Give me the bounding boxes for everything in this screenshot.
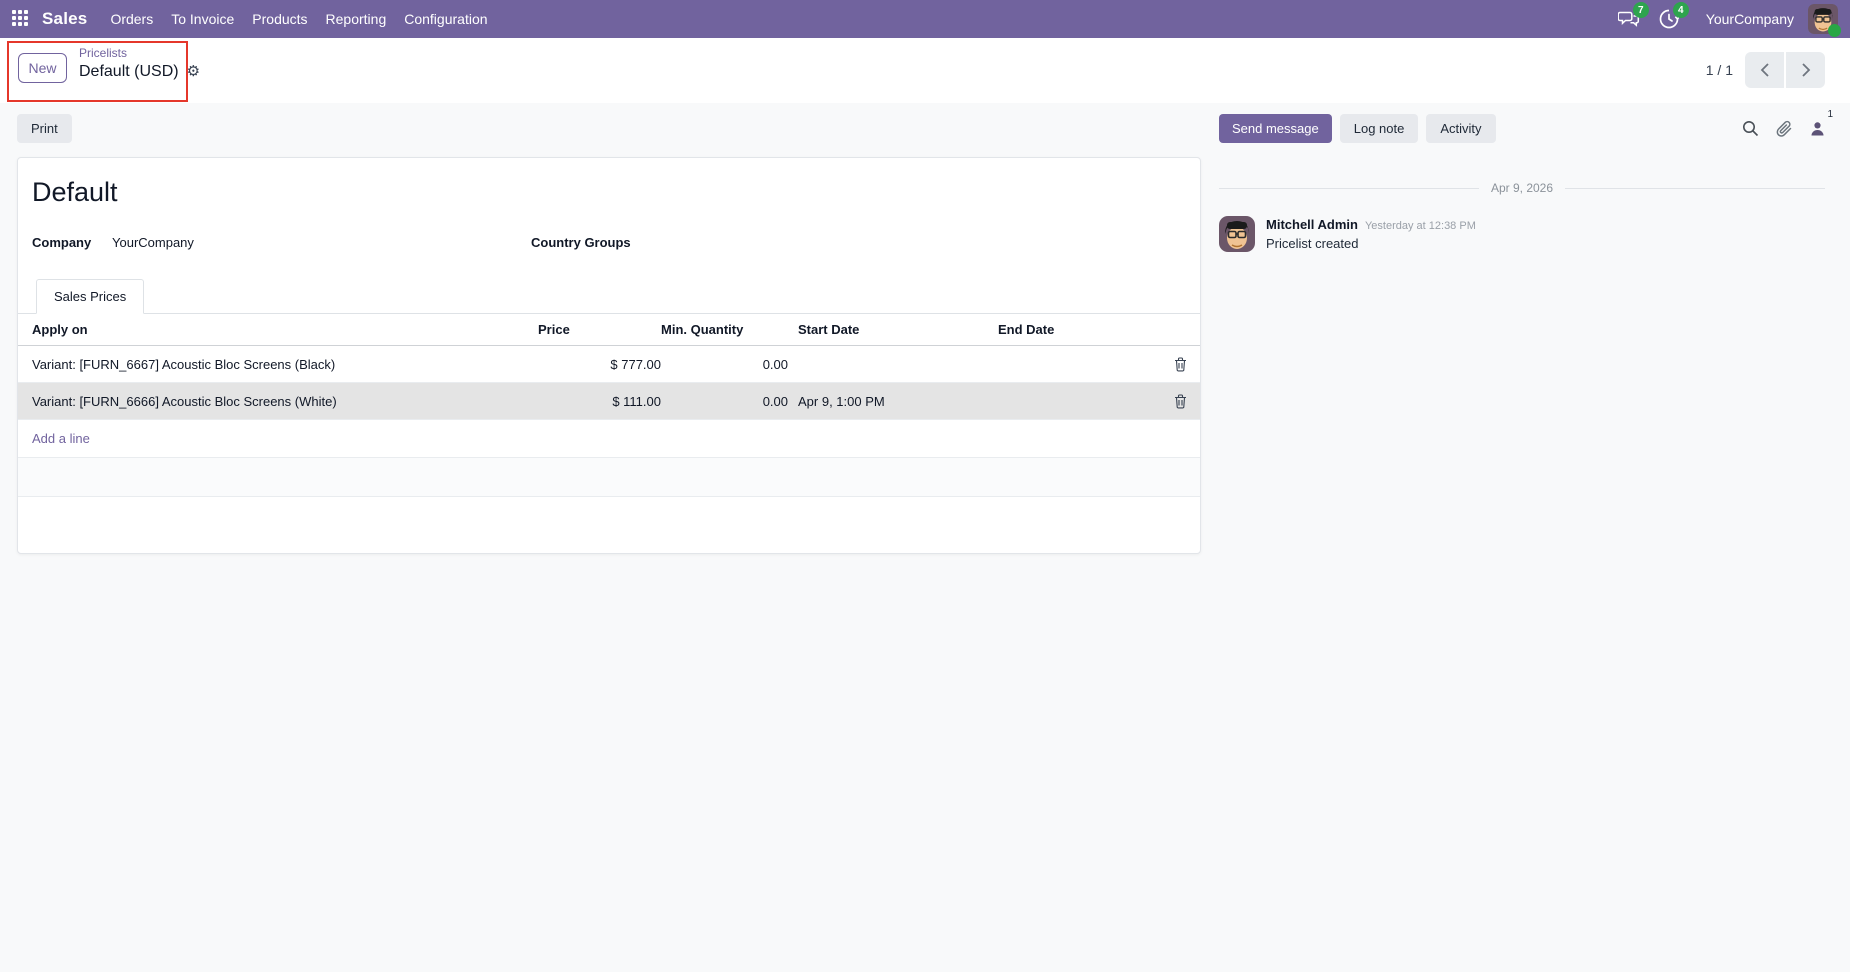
user-avatar[interactable]	[1808, 4, 1841, 37]
log-note-button[interactable]: Log note	[1339, 114, 1419, 143]
notebook-tabs: Sales Prices	[18, 279, 1200, 314]
company-label: Company	[32, 235, 92, 250]
menu-products[interactable]: Products	[243, 0, 316, 38]
column-header-min-quantity[interactable]: Min. Quantity	[661, 314, 788, 346]
menu-orders[interactable]: Orders	[101, 0, 162, 38]
menu-reporting[interactable]: Reporting	[317, 0, 396, 38]
column-header-start-date[interactable]: Start Date	[788, 314, 988, 346]
cell-start-date[interactable]: Apr 9, 1:00 PM	[788, 382, 988, 420]
content-area: Print Default Company YourCompany Countr…	[0, 103, 1850, 972]
add-a-line-link[interactable]: Add a line	[18, 431, 90, 446]
activity-button[interactable]: Activity	[1426, 114, 1496, 143]
cell-end-date[interactable]	[988, 382, 1158, 420]
column-header-end-date[interactable]: End Date	[988, 314, 1158, 346]
menu-configuration[interactable]: Configuration	[395, 0, 496, 38]
apps-grid-icon[interactable]	[12, 10, 30, 28]
new-button[interactable]: New	[18, 53, 67, 83]
form-panel: Print Default Company YourCompany Countr…	[0, 103, 1219, 972]
follower-person-icon	[1811, 122, 1824, 136]
messages-icon[interactable]: 7	[1616, 2, 1649, 32]
cell-delete	[1158, 382, 1200, 420]
empty-table-row	[18, 458, 1200, 497]
followers-button[interactable]: 1	[1810, 110, 1833, 136]
cell-min-quantity[interactable]: 0.00	[661, 345, 788, 383]
breadcrumb-pricelists-link[interactable]: Pricelists	[79, 45, 200, 61]
menu-to-invoice[interactable]: To Invoice	[162, 0, 243, 38]
cell-start-date[interactable]	[788, 345, 988, 383]
message-author-name[interactable]: Mitchell Admin	[1266, 217, 1358, 232]
cell-price[interactable]: $ 111.00	[538, 382, 661, 420]
table-row: Variant: [FURN_6667] Acoustic Bloc Scree…	[18, 345, 1200, 383]
print-button[interactable]: Print	[17, 114, 72, 143]
message-timestamp: Yesterday at 12:38 PM	[1364, 220, 1476, 232]
messages-badge: 7	[1632, 2, 1649, 18]
table-row: Variant: [FURN_6666] Acoustic Bloc Scree…	[18, 382, 1200, 420]
paperclip-icon	[1776, 120, 1792, 137]
column-header-price[interactable]: Price	[538, 314, 661, 346]
activities-icon[interactable]: 4	[1656, 2, 1689, 32]
chevron-left-icon	[1760, 63, 1769, 77]
cell-delete	[1158, 345, 1200, 383]
control-panel: New Pricelists Default (USD) ⚙ 1 / 1	[0, 38, 1850, 103]
attach-files-button[interactable]	[1776, 120, 1793, 138]
gear-icon[interactable]: ⚙	[187, 64, 200, 79]
cell-apply-on[interactable]: Variant: [FURN_6667] Acoustic Bloc Scree…	[18, 345, 538, 383]
column-header-apply-on[interactable]: Apply on	[18, 314, 538, 346]
message-body: Pricelist created	[1266, 236, 1359, 251]
chatter-message: Mitchell Admin Yesterday at 12:38 PM Pri…	[1219, 216, 1825, 252]
top-navbar: Sales Orders To Invoice Products Reporti…	[0, 0, 1850, 38]
cell-apply-on[interactable]: Variant: [FURN_6666] Acoustic Bloc Scree…	[18, 382, 538, 420]
column-header-delete	[1158, 314, 1200, 346]
company-switcher[interactable]: YourCompany	[1706, 11, 1794, 27]
pager-next-button[interactable]	[1786, 52, 1825, 88]
search-icon	[1743, 121, 1759, 137]
cell-min-quantity[interactable]: 0.00	[661, 382, 788, 420]
trash-icon	[1174, 356, 1186, 371]
pricelist-items-table: Apply on Price Min. Quantity Start Date …	[18, 314, 1200, 458]
pricelist-name-field[interactable]: Default	[32, 177, 1200, 208]
date-separator-label: Apr 9, 2026	[1490, 181, 1554, 195]
company-value[interactable]: YourCompany	[112, 235, 194, 250]
delete-row-button[interactable]	[1172, 392, 1189, 411]
date-separator: Apr 9, 2026	[1219, 181, 1826, 195]
app-name[interactable]: Sales	[40, 9, 101, 29]
activities-badge: 4	[1672, 2, 1689, 18]
tab-sales-prices[interactable]: Sales Prices	[36, 279, 145, 314]
online-status-dot	[1828, 24, 1841, 37]
country-groups-label: Country Groups	[531, 235, 631, 250]
pager-previous-button[interactable]	[1745, 52, 1784, 88]
chatter-panel: Send message Log note Activity 1 Apr 9, …	[1219, 103, 1850, 972]
pager: 1 / 1	[1706, 52, 1825, 88]
pager-counter: 1 / 1	[1705, 62, 1733, 78]
table-header-row: Apply on Price Min. Quantity Start Date …	[18, 314, 1200, 346]
search-messages-button[interactable]	[1742, 120, 1759, 137]
form-sheet: Default Company YourCompany Country Grou…	[17, 157, 1201, 554]
breadcrumb-current-record: Default (USD)	[79, 63, 179, 80]
breadcrumb: Pricelists Default (USD) ⚙	[79, 45, 200, 82]
add-line-row: Add a line	[18, 419, 1200, 458]
cell-end-date[interactable]	[988, 345, 1158, 383]
send-message-button[interactable]: Send message	[1219, 114, 1332, 143]
chevron-right-icon	[1801, 63, 1810, 77]
trash-icon	[1174, 393, 1186, 408]
cell-price[interactable]: $ 777.00	[538, 345, 661, 383]
message-author-avatar	[1219, 216, 1255, 252]
delete-row-button[interactable]	[1172, 355, 1189, 374]
